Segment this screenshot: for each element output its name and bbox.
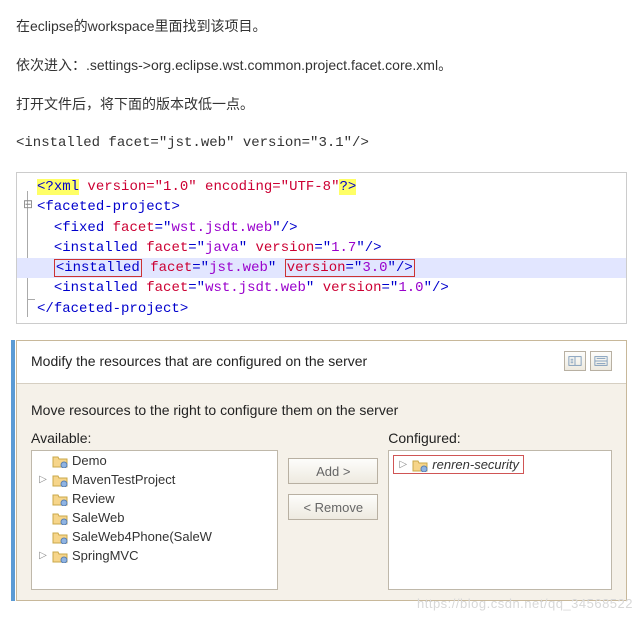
sample-tag-line: <installed facet="jst.web" version="3.1"…	[16, 133, 627, 154]
val: wst.jsdt.web	[205, 280, 306, 296]
attr2: version	[323, 280, 382, 296]
available-item-label: SaleWeb4Phone(SaleW	[72, 529, 212, 544]
q2: "	[424, 280, 432, 296]
q: "	[239, 240, 247, 256]
dialog-title: Modify the resources that are configured…	[31, 353, 564, 369]
configured-item-label: renren-security	[432, 457, 519, 472]
xml-line-root-close: </faceted-project>	[17, 299, 626, 319]
xml-line-root-open: ⊟<faceted-project>	[17, 197, 626, 217]
available-item[interactable]: SaleWeb	[32, 508, 277, 527]
root-name: faceted-project	[45, 199, 171, 215]
expander-icon[interactable]: ▷	[398, 459, 408, 470]
available-item[interactable]: Demo	[32, 451, 277, 470]
expander-icon[interactable]: ▷	[38, 474, 48, 485]
q2: "	[356, 240, 364, 256]
intro-paragraph-2: 依次进入：.settings->org.eclipse.wst.common.p…	[16, 55, 627, 76]
cgt: >	[180, 301, 188, 317]
attr: facet	[146, 280, 188, 296]
project-icon	[52, 549, 68, 563]
available-item[interactable]: ▷ MavenTestProject	[32, 470, 277, 489]
eq2: ="	[382, 280, 399, 296]
xml-line-declaration: <?xml version="1.0" encoding="UTF-8"?>	[17, 177, 626, 197]
remove-button[interactable]: < Remove	[288, 494, 378, 520]
configured-listbox[interactable]: ▷ renren-security	[388, 450, 612, 590]
fold-toggle-icon[interactable]: ⊟	[21, 197, 35, 214]
tag: installed	[62, 240, 138, 256]
available-listbox[interactable]: Demo ▷ MavenTestProject Review SaleWeb SaleWe…	[31, 450, 278, 590]
xml-decl-attrs: version="1.0" encoding="UTF-8"	[79, 179, 339, 195]
available-item[interactable]: SaleWeb4Phone(SaleW	[32, 527, 277, 546]
val2: 3.0	[362, 260, 387, 276]
xml-decl-name: xml	[54, 179, 79, 195]
layout-vertical-icon[interactable]	[590, 351, 612, 371]
q: "	[306, 280, 314, 296]
available-item[interactable]: ▷ SpringMVC	[32, 546, 277, 565]
val2: 1.7	[331, 240, 356, 256]
cname: faceted-project	[54, 301, 180, 317]
attr: facet	[113, 220, 155, 236]
dialog-accent	[11, 340, 15, 601]
eq: ="	[188, 240, 205, 256]
attr: facet	[150, 260, 192, 276]
xml-line-jsdt: <installed facet="wst.jsdt.web" version=…	[17, 278, 626, 298]
xml-line-java: <installed facet="java" version="1.7"/>	[17, 238, 626, 258]
intro-paragraph-3: 打开文件后，将下面的版本改低一点。	[16, 94, 627, 115]
dialog-header: Modify the resources that are configured…	[17, 341, 626, 384]
available-label: Available:	[31, 430, 278, 446]
available-item-label: SaleWeb	[72, 510, 125, 525]
xml-line-fixed: <fixed facet="wst.jsdt.web"/>	[17, 218, 626, 238]
attr2: version	[287, 260, 346, 276]
dialog-instruction: Move resources to the right to configure…	[31, 402, 612, 418]
intro-paragraph-1: 在eclipse的workspace里面找到该项目。	[16, 16, 627, 37]
end: />	[281, 220, 298, 236]
q2: "	[388, 260, 396, 276]
end: />	[432, 280, 449, 296]
project-icon	[412, 458, 428, 472]
project-icon	[52, 511, 68, 525]
val2: 1.0	[398, 280, 423, 296]
dialog-body: Move resources to the right to configure…	[17, 384, 626, 600]
xml-decl-open: <?	[37, 179, 54, 195]
configured-label: Configured:	[388, 430, 612, 446]
eq: ="	[188, 280, 205, 296]
eq: ="	[155, 220, 172, 236]
available-item-label: Demo	[72, 453, 107, 468]
gt: >	[171, 199, 179, 215]
xml-line-jstweb-highlight: <installed facet="jst.web" version="3.0"…	[17, 258, 626, 278]
attr: facet	[146, 240, 188, 256]
layout-horizontal-icon[interactable]	[564, 351, 586, 371]
available-item-label: SpringMVC	[72, 548, 138, 563]
val: wst.jsdt.web	[171, 220, 272, 236]
val: jst.web	[209, 260, 268, 276]
tag: installed	[64, 260, 140, 276]
project-icon	[52, 454, 68, 468]
clt: </	[37, 301, 54, 317]
server-config-dialog: Modify the resources that are configured…	[16, 340, 627, 601]
add-button[interactable]: Add >	[288, 458, 378, 484]
eq2: ="	[346, 260, 363, 276]
available-item[interactable]: Review	[32, 489, 277, 508]
val: java	[205, 240, 239, 256]
q: "	[268, 260, 276, 276]
watermark-text: https://blog.csdn.net/qq_34568522	[417, 596, 633, 611]
project-icon	[52, 473, 68, 487]
xml-code-block: <?xml version="1.0" encoding="UTF-8"?> ⊟…	[16, 172, 627, 324]
project-icon	[52, 492, 68, 506]
configured-item[interactable]: ▷ renren-security	[393, 455, 524, 474]
available-item-label: MavenTestProject	[72, 472, 175, 487]
eq: ="	[192, 260, 209, 276]
attr2: version	[256, 240, 315, 256]
project-icon	[52, 530, 68, 544]
end: />	[396, 260, 413, 276]
end: />	[365, 240, 382, 256]
xml-decl-close: ?>	[339, 179, 356, 195]
available-item-label: Review	[72, 491, 115, 506]
q: "	[272, 220, 280, 236]
expander-icon[interactable]: ▷	[38, 550, 48, 561]
eq2: ="	[314, 240, 331, 256]
tag: installed	[62, 280, 138, 296]
tag: fixed	[62, 220, 104, 236]
